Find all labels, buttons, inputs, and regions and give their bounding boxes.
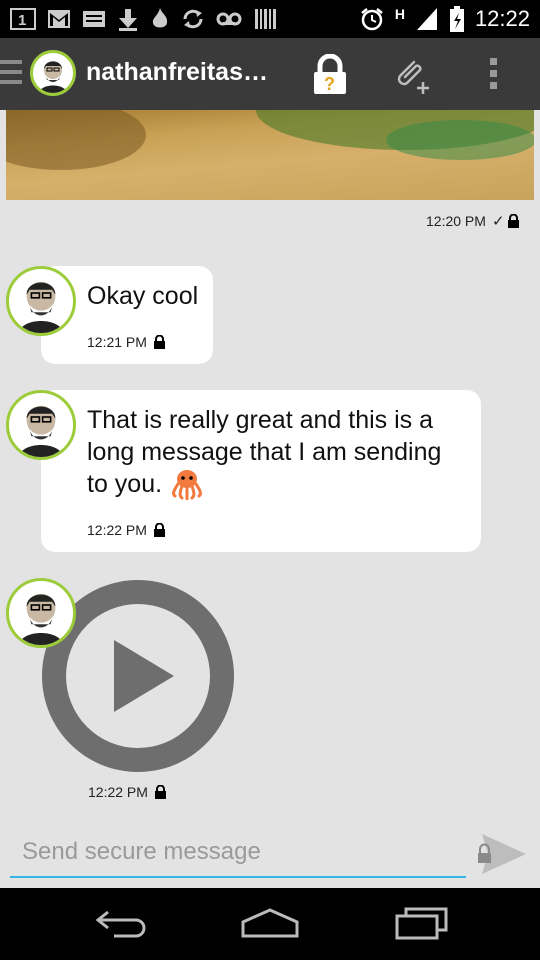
- drawer-icon[interactable]: [0, 60, 22, 90]
- voicemail-icon: [216, 12, 242, 26]
- contact-name[interactable]: nathanfreitas…: [86, 58, 268, 87]
- timestamp-text: 12:21 PM: [87, 334, 147, 350]
- message-timestamp: 12:21 PM: [87, 334, 166, 350]
- message-compose: [10, 834, 484, 878]
- lock-icon: [153, 523, 165, 537]
- message-line: long message that I am sending: [87, 438, 442, 466]
- notification-icons: 1: [10, 6, 277, 32]
- gmail-icon: [48, 10, 70, 28]
- message-timestamp: 12:20 PM ✓: [426, 212, 520, 230]
- action-bar: nathanfreitas… ?: [0, 38, 540, 110]
- message-text: That is really great and this is a long …: [87, 404, 441, 500]
- message-timestamp: 12:22 PM: [87, 522, 166, 538]
- message-timestamp: 12:22 PM: [88, 784, 167, 800]
- message-input[interactable]: [10, 834, 484, 870]
- timestamp-text: 12:22 PM: [88, 784, 148, 800]
- message-bubble[interactable]: That is really great and this is a long …: [41, 390, 481, 552]
- send-button[interactable]: [478, 832, 528, 881]
- signal-icon: [416, 8, 437, 30]
- download-icon: [119, 9, 137, 31]
- sender-avatar[interactable]: [6, 390, 76, 460]
- play-icon: [114, 640, 174, 712]
- recent-apps-button[interactable]: [394, 904, 450, 940]
- delivered-check-icon: ✓: [491, 212, 505, 230]
- message-text: Okay cool: [87, 282, 199, 310]
- octopus-emoji: [172, 470, 202, 500]
- timestamp-text: 12:22 PM: [87, 522, 147, 538]
- system-icons: H 12:22: [359, 5, 530, 33]
- lock-icon: [153, 335, 165, 349]
- lock-icon: [507, 214, 519, 228]
- timestamp-text: 12:20 PM: [426, 213, 486, 229]
- status-bar: 1 H 12:22: [0, 0, 540, 38]
- sender-avatar[interactable]: [6, 578, 76, 648]
- network-type-label: H: [394, 6, 405, 22]
- lock-icon: [154, 785, 166, 799]
- sender-avatar[interactable]: [6, 266, 76, 336]
- message-line: That is really great and this is a: [87, 406, 433, 434]
- barcode-icon: [255, 9, 276, 29]
- clock: 12:22: [474, 6, 530, 31]
- navigation-bar: [0, 888, 540, 960]
- keyboard-icon: [83, 11, 105, 27]
- svg-text:?: ?: [324, 74, 335, 94]
- message-line: to you.: [87, 470, 163, 498]
- home-button[interactable]: [240, 906, 300, 940]
- sync-icon: [183, 9, 203, 29]
- fire-icon: [152, 8, 168, 28]
- send-icon: [478, 834, 526, 874]
- sim-1-icon: 1: [10, 8, 36, 30]
- image-message[interactable]: [6, 110, 534, 200]
- alarm-icon: [361, 8, 383, 31]
- overflow-menu-icon[interactable]: [490, 58, 500, 94]
- svg-text:1: 1: [18, 12, 26, 29]
- contact-avatar[interactable]: [30, 50, 76, 96]
- lock-question-icon[interactable]: ?: [312, 53, 348, 101]
- back-button[interactable]: [94, 906, 148, 940]
- attach-add-icon[interactable]: [390, 54, 432, 101]
- battery-icon: [449, 6, 464, 32]
